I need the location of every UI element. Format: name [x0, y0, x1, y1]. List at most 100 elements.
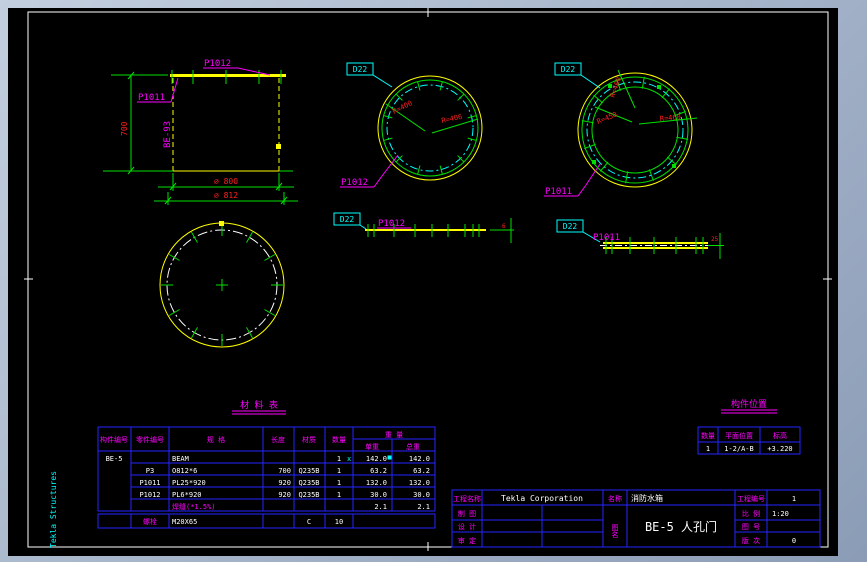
revision-label: 版 次 [742, 536, 760, 545]
thickness-mark: 6 [502, 223, 506, 230]
hole-tag: D22 [563, 222, 578, 231]
revision-value: 0 [792, 537, 796, 545]
scale-label: 比 例 [742, 509, 760, 518]
cell-part: P3 [146, 467, 154, 475]
hole-tag: D22 [561, 65, 576, 74]
elevation-view: P1012 P1011 BE-93 700 ∅ 800 ∅ 812 [103, 59, 298, 205]
cell-material: Q235B [298, 491, 319, 499]
project-name-value: Tekla Corporation [501, 494, 583, 503]
cell-spec: PL25*920 [172, 479, 206, 487]
pos-header-plan: 平面位置 [725, 431, 753, 440]
grip-dot [276, 144, 281, 149]
material-table-title: 材 料 表 [240, 399, 278, 411]
cell-qty: 1 [337, 467, 341, 475]
cell-part: P1012 [139, 491, 160, 499]
cell-assembly: BE-5 [106, 455, 123, 463]
pos-header-elev: 标高 [773, 431, 787, 440]
col-header-spec: 规 格 [207, 435, 225, 444]
cell-spec: PL6*920 [172, 491, 202, 499]
cad-viewer-window: P1012 P1011 BE-93 700 ∅ 800 ∅ 812 R=400 … [0, 0, 867, 562]
scale-value: 1:20 [772, 510, 789, 518]
flange-edge-callout: P1011 [593, 233, 620, 243]
cell-spec: O812*6 [172, 467, 197, 475]
table-row: P1012 PL6*920 920 Q235B 1 30.0 30.0 [139, 491, 430, 499]
col-header-part: 零件编号 [136, 435, 164, 444]
project-no-value: 1 [792, 495, 796, 503]
table-row: BE-5 BEAM 1 x 142.0 142.0 [106, 455, 430, 463]
cell-unit-weight: 142.0 [366, 455, 387, 463]
cell-spec: BEAM [172, 455, 189, 463]
cell-qty: 1 [337, 479, 341, 487]
cell-qty: 1 [337, 491, 341, 499]
grip-marker-square [387, 455, 392, 460]
cell-total-weight: 63.2 [413, 467, 430, 475]
designed-by-label: 设 计 [458, 522, 476, 531]
cell-total-weight: 132.0 [409, 479, 430, 487]
drawing-name-label: 图名 [611, 524, 619, 539]
pos-value-plan: 1-2/A-B [724, 445, 754, 453]
position-table: 构件位置 数量 平面位置 标高 1 1-2/A-B +3.220 [697, 398, 801, 455]
col-header-unit-weight: 单重 [365, 442, 379, 451]
cell-spec: M20X65 [172, 518, 197, 526]
drawn-by-label: 制 图 [458, 509, 476, 518]
cell-length: 920 [278, 491, 291, 499]
col-header-total-weight: 总重 [406, 442, 420, 451]
outer-diameter-dimension: ∅ 812 [214, 191, 238, 200]
height-dimension: 700 [120, 121, 129, 136]
drawing-no-label: 图 号 [742, 523, 760, 531]
title-block: 工程名称 制 图 设 计 审 定 Tekla Corporation 名称 消防… [451, 489, 821, 548]
cell-unit-weight: 63.2 [370, 467, 387, 475]
cell-unit-weight: 30.0 [370, 491, 387, 499]
name-value: 消防水箱 [631, 493, 663, 503]
project-no-label: 工程编号 [737, 494, 765, 503]
assembly-mark-text: BE-93 [163, 121, 173, 148]
thickness-mark: 25 [711, 236, 719, 243]
radius-dim-left: R=450 [596, 111, 619, 126]
tekla-watermark: Tekla Structures [49, 471, 58, 548]
hole-tag: D22 [340, 215, 355, 224]
cell-length: 700 [278, 467, 291, 475]
table-row: 焊缝(*1.5%) 2.1 2.1 [172, 502, 430, 511]
table-row: P3 O812*6 700 Q235B 1 63.2 63.2 [146, 467, 430, 475]
material-table: 材 料 表 构件编号 零件编号 规 格 长度 材质 数量 重 量 单重 总重 B… [97, 399, 436, 529]
cell-qty: 1 [337, 455, 341, 463]
pos-value-elev: +3.220 [767, 445, 792, 453]
shell-plan-view [159, 221, 285, 348]
cell-part: P1011 [139, 479, 160, 487]
inner-diameter-dimension: ∅ 800 [214, 177, 238, 186]
col-header-weight: 重 量 [385, 431, 403, 439]
cell-spec-weld: 焊缝(*1.5%) [172, 502, 216, 511]
cell-part-bolt: 螺栓 [143, 517, 157, 526]
flange-edge-view: 25 D22 P1011 [556, 219, 724, 259]
drawing-name-value: BE-5 人孔门 [645, 519, 717, 534]
cover-edge-view: 6 D22 P1012 [333, 212, 514, 243]
pos-value-qty: 1 [706, 445, 710, 453]
cell-total-weight: 2.1 [417, 503, 430, 511]
flange-plan-view: R=400 R=450 R=460 D22 P1011 [544, 62, 698, 197]
radius-dim-top: R=400 [608, 76, 623, 99]
radius-dim-outer: R=406 [441, 113, 463, 125]
cell-length: 920 [278, 479, 291, 487]
col-header-length: 长度 [271, 435, 285, 444]
cell-material: Q235B [298, 479, 319, 487]
col-header-material: 材质 [302, 435, 316, 444]
cell-total-weight: 142.0 [409, 455, 430, 463]
approved-by-label: 审 定 [458, 536, 476, 545]
grip-dot [219, 221, 224, 226]
bolt-hole-ticks [383, 81, 477, 175]
table-row: 螺栓 M20X65 C 10 [143, 517, 343, 526]
cover-plan-view: R=400 R=406 D22 P1012 [340, 62, 483, 188]
drawing-canvas: P1012 P1011 BE-93 700 ∅ 800 ∅ 812 R=400 … [24, 8, 832, 551]
cell-total-weight: 30.0 [413, 491, 430, 499]
radius-dim-inner: R=400 [391, 99, 413, 116]
col-header-assembly: 构件编号 [100, 435, 128, 444]
cell-unit-weight: 2.1 [374, 503, 387, 511]
position-table-title: 构件位置 [731, 398, 767, 410]
name-label: 名称 [608, 494, 622, 503]
pos-header-qty: 数量 [701, 431, 715, 440]
hole-tag: D22 [353, 65, 368, 74]
radius-dim-right: R=460 [659, 113, 681, 123]
project-name-label: 工程名称 [453, 494, 481, 503]
table-row: P1011 PL25*920 920 Q235B 1 132.0 132.0 [139, 479, 430, 487]
col-header-qty: 数量 [332, 435, 346, 444]
